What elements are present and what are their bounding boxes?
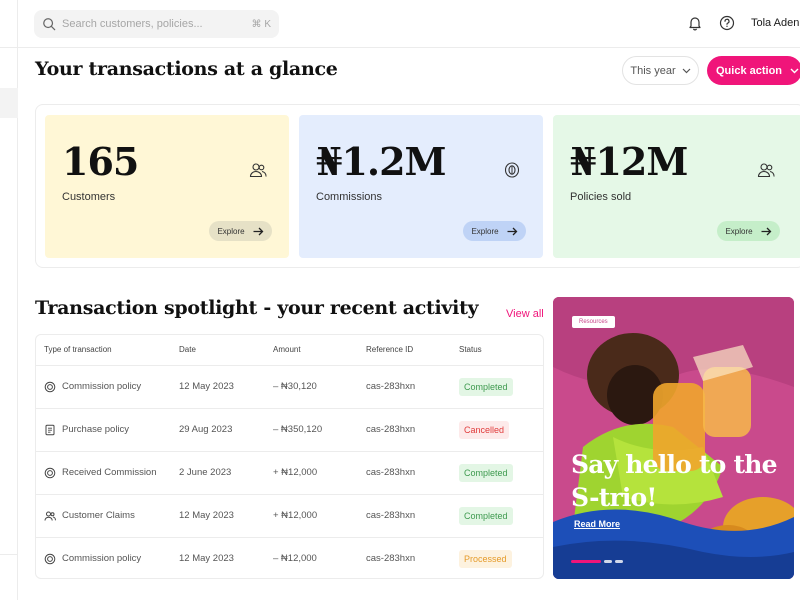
stat-label: Policies sold xyxy=(570,191,632,203)
sidebar-divider xyxy=(0,554,18,555)
transaction-amount: + ₦12,000 xyxy=(273,451,366,495)
column-header: Reference ID xyxy=(366,335,459,366)
arrow-right-icon xyxy=(507,227,517,235)
transaction-date: 12 May 2023 xyxy=(179,365,273,409)
reference-id: cas-283hxn xyxy=(366,494,459,538)
reference-id: cas-283hxn xyxy=(366,553,416,565)
chevron-down-icon xyxy=(682,68,691,73)
transaction-amount: – ₦30,120 xyxy=(273,365,366,409)
coins-icon xyxy=(504,162,520,178)
sidebar-active-item[interactable] xyxy=(0,88,18,118)
chevron-down-icon xyxy=(790,68,799,73)
status-badge: Completed xyxy=(459,377,513,396)
explore-label: Explore xyxy=(725,226,753,236)
search-icon xyxy=(43,18,56,31)
promo-banner[interactable]: Resources Say hello to the S-trio! Read … xyxy=(553,297,794,579)
transaction-type: Purchase policy xyxy=(62,424,130,435)
column-header: Amount xyxy=(273,335,366,366)
search-box[interactable]: ⌘ K xyxy=(34,10,279,38)
bell-icon[interactable] xyxy=(687,15,703,31)
transaction-date: 29 Aug 2023 xyxy=(179,408,273,452)
search-input[interactable] xyxy=(62,18,252,30)
transaction-type: Customer Claims xyxy=(62,510,135,521)
transaction-date: 2 June 2023 xyxy=(179,451,273,495)
quick-action-button[interactable]: Quick action xyxy=(707,56,800,85)
coin-icon xyxy=(44,381,56,392)
promo-headline: Say hello to the S-trio! xyxy=(571,450,778,512)
transaction-date: 12 May 2023 xyxy=(179,553,234,565)
explore-button[interactable]: Explore xyxy=(463,221,526,241)
column-header: Status xyxy=(459,335,543,366)
quick-action-label: Quick action xyxy=(716,64,783,77)
status-badge: Completed xyxy=(459,506,513,525)
stat-label: Customers xyxy=(62,191,116,203)
arrow-right-icon xyxy=(761,227,771,235)
stat-card-commissions: ₦1.2M Commissions Explore xyxy=(299,115,543,258)
search-shortcut: ⌘ K xyxy=(251,18,271,30)
stat-value: 165 xyxy=(62,139,139,184)
transaction-date: 12 May 2023 xyxy=(179,494,273,538)
table-row[interactable]: Received Commission 2 June 2023 + ₦12,00… xyxy=(36,451,543,495)
period-select-label: This year xyxy=(630,64,676,77)
table-row[interactable]: Commission policy 12 May 2023 – ₦30,120 … xyxy=(36,365,543,409)
stat-value: ₦12M xyxy=(570,139,688,184)
explore-label: Explore xyxy=(471,226,499,236)
users-icon xyxy=(44,511,56,521)
stats-panel: 165 Customers Explore ₦1.2M Commissions … xyxy=(35,104,800,268)
status-badge: Cancelled xyxy=(459,420,510,439)
transactions-table: Type of transaction Date Amount Referenc… xyxy=(35,334,544,579)
view-all-link[interactable]: View all xyxy=(506,308,544,320)
left-sidebar xyxy=(0,0,18,600)
help-icon[interactable] xyxy=(719,15,735,31)
status-badge: Processed xyxy=(459,549,512,568)
user-name[interactable]: Tola Aden xyxy=(751,17,799,29)
top-bar: ⌘ K Tola Aden xyxy=(18,0,800,48)
carousel-dot[interactable] xyxy=(615,560,623,563)
transaction-amount: – ₦12,000 xyxy=(273,553,317,565)
explore-button[interactable]: Explore xyxy=(209,221,272,241)
status-badge: Completed xyxy=(459,463,513,482)
sidebar-logo-area xyxy=(0,0,18,48)
table-row[interactable]: Commission policy 12 May 2023 – ₦12,000 … xyxy=(36,537,543,578)
table-header-row: Type of transaction Date Amount Referenc… xyxy=(36,335,543,366)
carousel-dot-active[interactable] xyxy=(571,560,601,563)
reference-id: cas-283hxn xyxy=(366,365,459,409)
period-select[interactable]: This year xyxy=(622,56,699,85)
transaction-type: Commission policy xyxy=(62,381,142,392)
transaction-type: Commission policy xyxy=(62,553,142,565)
reference-id: cas-283hxn xyxy=(366,408,459,452)
carousel-dot[interactable] xyxy=(604,560,612,563)
users-icon xyxy=(249,163,267,178)
spotlight-title: Transaction spotlight - your recent acti… xyxy=(35,297,479,319)
promo-tag: Resources xyxy=(572,316,615,328)
reference-id: cas-283hxn xyxy=(366,451,459,495)
stat-value: ₦1.2M xyxy=(316,139,447,184)
transaction-amount: – ₦350,120 xyxy=(273,408,366,452)
transaction-amount: + ₦12,000 xyxy=(273,494,366,538)
carousel-dots[interactable] xyxy=(571,560,623,563)
column-header: Date xyxy=(179,335,273,366)
document-icon xyxy=(45,424,55,435)
coin-icon xyxy=(44,553,56,565)
stat-card-customers: 165 Customers Explore xyxy=(45,115,289,258)
coin-icon xyxy=(44,467,56,478)
table-row[interactable]: Customer Claims 12 May 2023 + ₦12,000 ca… xyxy=(36,494,543,538)
table-row[interactable]: Purchase policy 29 Aug 2023 – ₦350,120 c… xyxy=(36,408,543,452)
explore-button[interactable]: Explore xyxy=(717,221,780,241)
transaction-type: Received Commission xyxy=(62,467,157,478)
read-more-link[interactable]: Read More xyxy=(574,519,620,529)
users-icon xyxy=(757,163,775,178)
stat-label: Commissions xyxy=(316,191,383,203)
explore-label: Explore xyxy=(217,226,245,236)
promo-illustration xyxy=(553,297,794,579)
arrow-right-icon xyxy=(253,227,263,235)
stat-card-policies-sold: ₦12M Policies sold Explore xyxy=(553,115,800,258)
column-header: Type of transaction xyxy=(36,335,179,366)
page-title: Your transactions at a glance xyxy=(35,58,338,80)
